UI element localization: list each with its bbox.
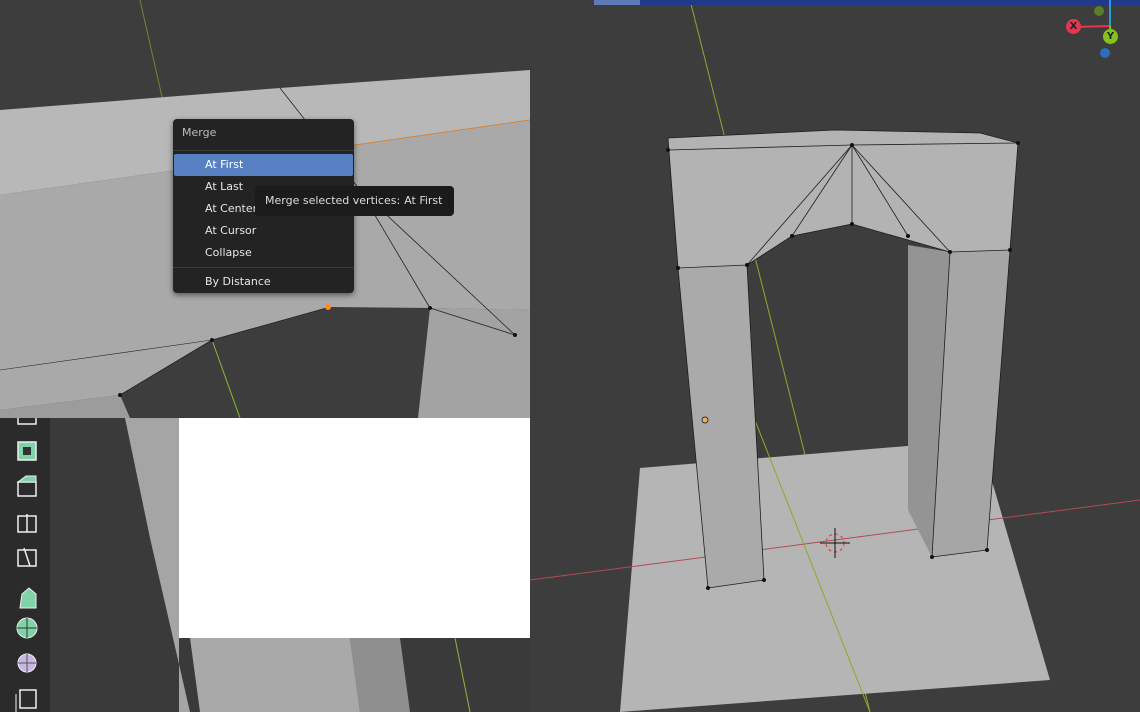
- menu-item-by-distance[interactable]: By Distance: [174, 271, 353, 293]
- poly-build-tool-icon: [19, 587, 37, 609]
- tooltip-value: At First: [404, 194, 443, 207]
- menu-divider: [173, 267, 354, 268]
- smooth-tool-icon: [17, 653, 37, 673]
- loop-cut-tool-icon: [17, 514, 37, 533]
- menu-item-collapse[interactable]: Collapse: [174, 242, 353, 264]
- object-origin: [701, 416, 709, 424]
- inset-faces-tool-icon: [17, 441, 37, 461]
- menu-item-at-cursor[interactable]: At Cursor: [174, 220, 353, 242]
- tooltip-text: Merge selected vertices:: [265, 194, 401, 207]
- transform-tool-icon: [17, 418, 37, 425]
- z-axis-icon: [1100, 48, 1110, 58]
- menu-divider: [173, 150, 354, 151]
- tool-shelf: [0, 418, 50, 712]
- blank-overlay: [179, 418, 531, 638]
- bevel-tool-icon: [16, 475, 37, 497]
- selected-vertex: [325, 304, 331, 310]
- menu-item-at-first[interactable]: At First: [174, 154, 353, 176]
- right-viewport[interactable]: [530, 0, 1140, 712]
- arch-front: [668, 130, 1018, 268]
- shear-tool-icon: [15, 689, 37, 712]
- spin-tool-icon: [16, 617, 38, 639]
- navigation-gizmo[interactable]: [1060, 0, 1140, 70]
- menu-title: Merge: [182, 126, 217, 139]
- arch-pillar-face: [418, 308, 530, 418]
- x-axis-button[interactable]: X: [1066, 19, 1081, 34]
- tooltip: Merge selected vertices: At First: [255, 186, 455, 216]
- header-bar: [594, 0, 1140, 5]
- y-axis-button[interactable]: Y: [1103, 29, 1118, 44]
- knife-tool-icon: [17, 547, 37, 567]
- arch-mesh-view: [530, 0, 1140, 712]
